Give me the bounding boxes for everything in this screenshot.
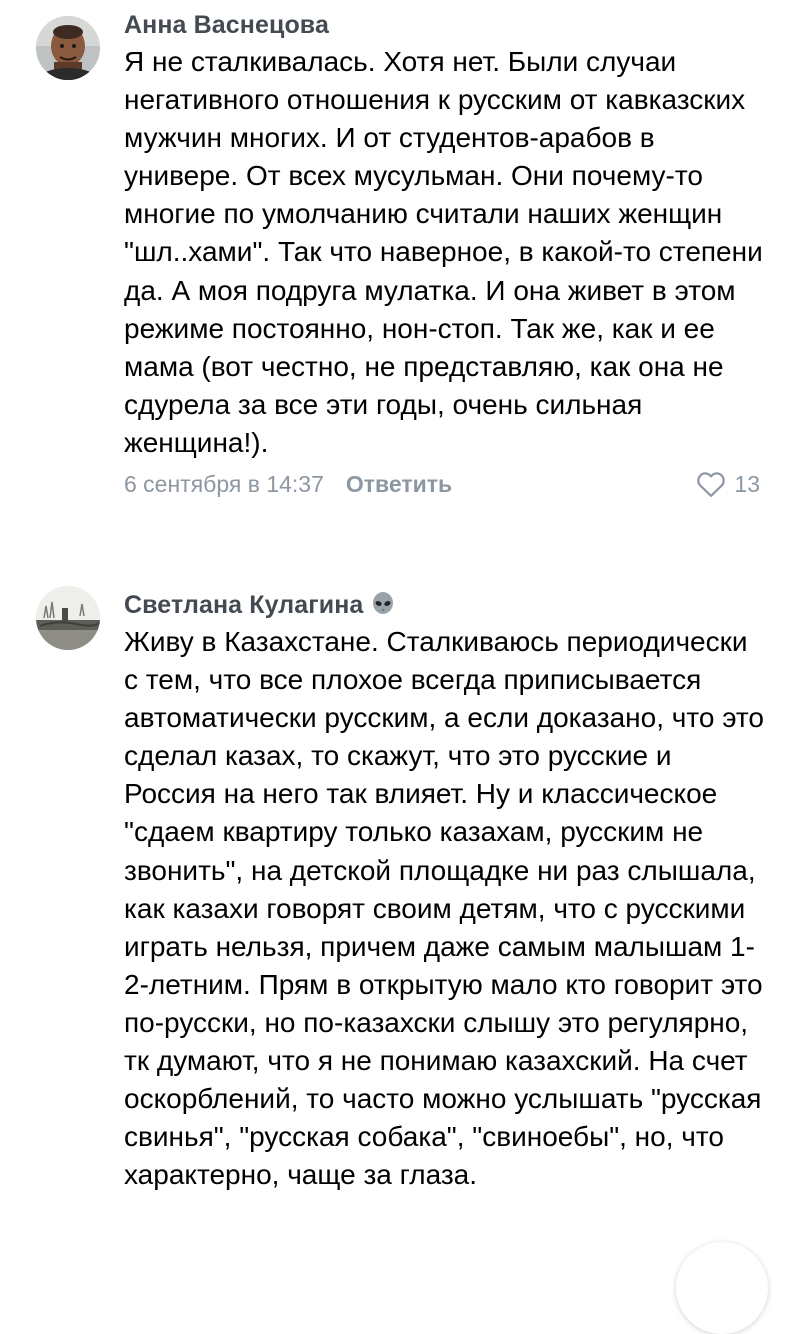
- user-photo-icon: [36, 586, 100, 650]
- comment-date[interactable]: 6 сентября в 14:37: [124, 471, 324, 498]
- scroll-down-button[interactable]: [676, 1242, 768, 1334]
- heart-icon: [697, 472, 726, 498]
- comment-meta: 6 сентября в 14:37 Ответить 13: [124, 464, 768, 504]
- avatar[interactable]: [36, 16, 100, 80]
- reply-button[interactable]: Ответить: [346, 471, 452, 498]
- comment: Светлана Кулагина Живу в Казахстане. Ста…: [0, 586, 792, 1194]
- comment-author[interactable]: Анна Васнецова: [124, 10, 768, 40]
- author-name[interactable]: Светлана Кулагина: [124, 591, 363, 619]
- comment: Анна Васнецова Я не сталкивалась. Хотя н…: [0, 10, 792, 504]
- like-count: 13: [734, 470, 760, 497]
- comment-text: Я не сталкивалась. Хотя нет. Были случаи…: [124, 46, 763, 458]
- alien-icon: [373, 592, 394, 614]
- avatar[interactable]: [36, 586, 100, 650]
- comment-author[interactable]: Светлана Кулагина: [124, 590, 768, 620]
- user-photo-icon: [36, 16, 100, 80]
- comment-text: Живу в Казахстане. Сталкиваюсь периодиче…: [124, 626, 764, 1191]
- like-button[interactable]: 13: [696, 470, 760, 498]
